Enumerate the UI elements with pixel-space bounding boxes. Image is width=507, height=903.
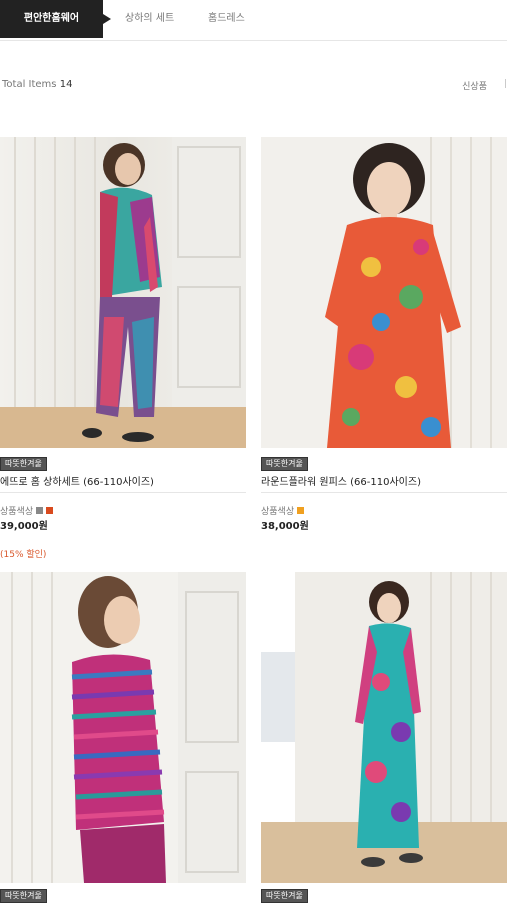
product-image-1[interactable] [0,137,246,448]
product-tag-4: 따뜻한겨울 [261,889,308,903]
active-tab-arrow [103,14,111,24]
product-divider-2 [261,492,507,493]
color-swatch-orange [46,507,54,514]
product-tag-1: 따뜻한겨울 [0,457,47,471]
product-colors-label-2: 상품색상 [261,507,295,517]
tab-homewear[interactable]: 편안한홈웨어 [0,0,111,38]
color-swatch-yellow [297,507,305,514]
product-price-1: 39,000원 [0,521,48,532]
total-items: Total Items 14 [2,79,72,90]
product-name-1[interactable]: 에뜨로 홈 상하세트 (66-110사이즈) [0,473,154,488]
total-items-label: Total Items [2,79,57,90]
tab-homewear-label: 편안한홈웨어 [23,13,80,24]
product-image-3[interactable] [0,572,246,883]
category-tabs: 편안한홈웨어 상하의 세트 홈드레스 [0,0,507,41]
product-price-2: 38,000원 [261,521,309,532]
product-image-4[interactable] [261,572,507,883]
tab-home-dress[interactable]: 홈드레스 [208,0,245,38]
product-name-2[interactable]: 라운드플라워 원피스 (66-110사이즈) [261,473,421,488]
product-image-2[interactable] [261,137,507,448]
color-swatch-gray [36,507,44,514]
product-tag-3: 따뜻한겨울 [0,889,47,903]
product-divider-1 [0,492,246,493]
total-items-count: 14 [59,79,73,90]
product-colors-1: 상품색상 [0,504,54,517]
product-colors-2: 상품색상 [261,504,305,517]
tab-top-bottom-set[interactable]: 상하의 세트 [125,0,174,38]
product-tag-2: 따뜻한겨울 [261,457,308,471]
product-discount-1: (15% 할인) [0,550,47,560]
product-colors-label-1: 상품색상 [0,507,34,517]
sort-newest[interactable]: 신상품 [462,79,487,92]
